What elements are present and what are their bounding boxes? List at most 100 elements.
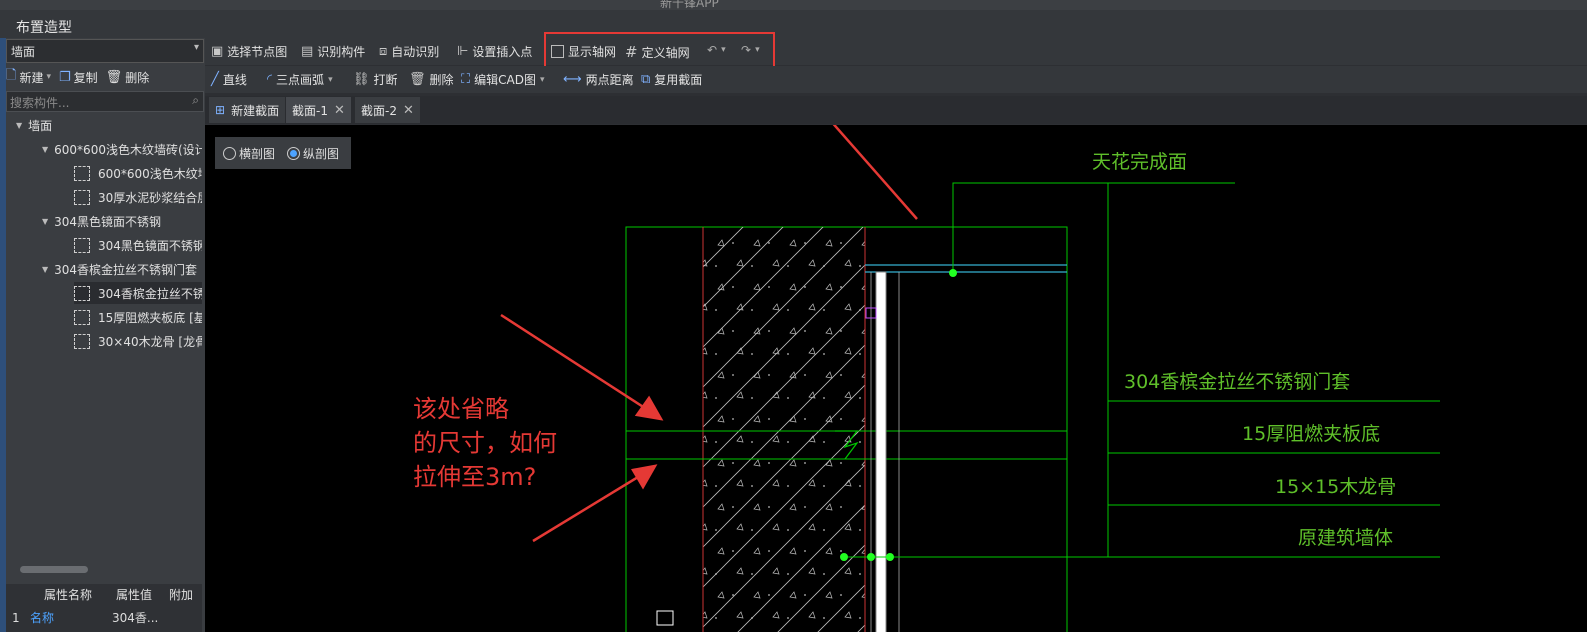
expand-arrow-icon[interactable]: ▼ [16,121,22,130]
delete-button[interactable]: 🗑 删除 [106,69,150,86]
expand-arrow-icon[interactable]: ▼ [42,265,48,274]
cad-delete-button[interactable]: 🗑 删除 [409,71,454,88]
toolbar-primary: ▣ 选择节点图 ▤ 识别构件 ⧈ 自动识别 ⊩ 设置插入点 显示轴网 # 定义轴网 ↶ ▾ … [205,32,1587,68]
close-icon[interactable]: ✕ [334,103,345,118]
arc-label: 三点画弧 [276,73,325,87]
tree-group[interactable]: ▼ 600*600浅色木纹墙砖(设计 [42,138,202,160]
chevron-down-icon: ▾ [328,74,333,85]
arc-button[interactable]: ◜ 三点画弧 ▾ [267,71,333,88]
recognize-button[interactable]: ▤ 识别构件 [301,43,365,60]
tab-section-1[interactable]: 截面-1 ✕ [286,97,351,123]
reuse-button[interactable]: ⧉ 复用截面 [641,71,702,88]
main-area: ▣ 选择节点图 ▤ 识别构件 ⧈ 自动识别 ⊩ 设置插入点 显示轴网 # 定义轴网 ↶ ▾ … [205,32,1587,632]
undo-button[interactable]: ↶ ▾ [707,43,726,57]
search-placeholder: 搜索构件... [10,96,70,110]
redo-button[interactable]: ↷ ▾ [741,43,760,57]
horizontal-scrollbar[interactable] [20,566,88,573]
tab-section-1-label: 截面-1 [292,103,328,118]
tree-label: 600*600浅色木纹墙 [98,166,202,181]
chevron-down-icon: ▾ [755,45,760,55]
insert-point-button[interactable]: ⊩ 设置插入点 [457,43,532,60]
panel-title: 布置造型 [16,20,72,36]
component-icon [74,237,90,253]
copy-button[interactable]: ❐ 复制 [59,69,98,86]
search-input[interactable]: 搜索构件... ⌕ [6,91,204,112]
prop-value[interactable]: 304香... [112,608,158,628]
tree-label: 304黑色镜面不锈钢 [98,238,202,253]
break-button[interactable]: ⛓ 打断 [353,71,398,88]
cad-canvas[interactable]: 横剖图 纵剖图 天花完成面 304香槟金拉丝不锈钢门套 15厚阻燃夹板底 15×… [205,125,1587,632]
redo-icon: ↷ [741,43,752,57]
tree-item[interactable]: 30厚水泥砂浆结合层 [74,186,202,208]
checkbox-icon [551,45,564,58]
expand-arrow-icon[interactable]: ▼ [42,217,48,226]
cad-delete-label: 删除 [429,73,454,87]
copy-button-label: 复制 [73,70,98,85]
tree-label: 墙面 [28,118,53,133]
ruler-icon: ⟷ [563,72,582,87]
window-titlebar: 新千锋APP [0,0,1587,10]
close-icon[interactable]: ✕ [403,103,414,118]
cad-drawing: 天花完成面 304香槟金拉丝不锈钢门套 15厚阻燃夹板底 15×15木龙骨 原建… [413,125,1440,632]
tree-group[interactable]: ▼ 墙面 [16,114,202,136]
line-label: 直线 [222,73,247,87]
tab-section-2[interactable]: 截面-2 ✕ [355,97,420,123]
tree-group[interactable]: ▼ 304香槟金拉丝不锈钢门套 [42,258,202,280]
category-select-value: 墙面 [11,45,36,59]
tab-new-section-label: 新建截面 [231,103,280,118]
edit-cad-button[interactable]: ⛶ 编辑CAD图 ▾ [461,71,544,88]
expand-arrow-icon[interactable]: ▼ [42,145,48,154]
prop-name[interactable]: 名称 [30,608,54,628]
tree-label: 15厚阻燃夹板底 [基 [98,310,202,325]
panel-header: 布置造型 [0,10,1587,38]
tab-new-section[interactable]: ⊞ 新建截面 [209,97,286,123]
left-toolbar: 🗋 新建 ▾ ❐ 复制 🗑 删除 [6,66,149,88]
edit-cad-icon: ⛶ [461,72,471,87]
line-button[interactable]: ╱ 直线 [211,71,247,88]
distance-label: 两点距离 [585,73,634,87]
row-index: 1 [12,611,20,625]
search-icon[interactable]: ⌕ [192,93,199,108]
tree-item[interactable]: 30×40木龙骨 [龙骨 [74,330,202,352]
show-axis-checkbox[interactable]: 显示轴网 [551,43,616,60]
tree-item[interactable]: 600*600浅色木纹墙 [74,162,202,184]
define-axis-label: 定义轴网 [641,45,690,60]
tree-label: 30厚水泥砂浆结合层 [98,190,202,205]
tree-label: 30×40木龙骨 [龙骨 [98,334,202,349]
define-axis-button[interactable]: # 定义轴网 [625,43,690,61]
category-select[interactable]: 墙面 ▾ [6,39,204,63]
reuse-label: 复用截面 [654,73,703,87]
auto-recognize-label: 自动识别 [391,45,440,59]
label-wall: 原建筑墙体 [1298,527,1393,549]
tree-group[interactable]: ▼ 304黑色镜面不锈钢 [42,210,202,232]
distance-button[interactable]: ⟷ 两点距离 [563,71,634,88]
note-line-3: 拉伸至3m? [413,463,536,491]
chevron-down-icon: ▾ [193,42,199,53]
line-icon: ╱ [211,72,219,87]
break-label: 打断 [373,73,398,87]
edit-cad-label: 编辑CAD图 [474,73,536,87]
new-file-icon: 🗋 [6,68,17,83]
component-icon [74,333,90,349]
tree-label: 600*600浅色木纹墙砖(设计 [54,142,202,157]
grid-icon: # [625,43,638,61]
show-axis-label: 显示轴网 [568,45,617,59]
new-button[interactable]: 🗋 新建 ▾ [6,66,51,88]
auto-recognize-button[interactable]: ⧈ 自动识别 [379,43,439,60]
chevron-down-icon[interactable]: ▾ [46,72,51,82]
select-node-button[interactable]: ▣ 选择节点图 [211,43,287,60]
col-header-value: 属性值 [116,588,153,602]
chevron-down-icon: ▾ [721,45,726,55]
tree-item[interactable]: 15厚阻燃夹板底 [基 [74,306,202,328]
left-accent-bar [0,38,6,632]
col-header-name: 属性名称 [44,588,93,602]
arc-icon: ◜ [267,72,273,87]
insert-point-label: 设置插入点 [472,45,533,59]
trash-icon: 🗑 [409,72,426,87]
tree-item[interactable]: 304黑色镜面不锈钢 [74,234,202,256]
tree-item[interactable]: 304香槟金拉丝不锈 [74,282,202,304]
properties-table: 属性名称 属性值 附加 1 名称 304香... [6,584,202,632]
undo-icon: ↶ [707,43,718,57]
label-ceiling: 天花完成面 [1092,151,1187,173]
delete-button-label: 删除 [125,70,150,85]
